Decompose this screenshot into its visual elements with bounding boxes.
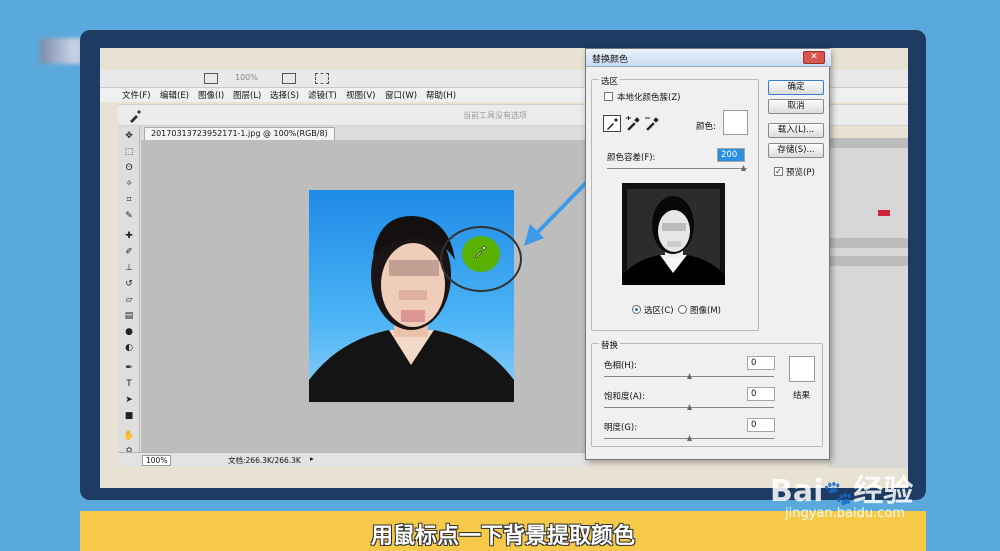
history-brush-icon[interactable]: ↺	[123, 278, 135, 290]
mask-preview-image	[622, 183, 725, 285]
load-button[interactable]: 载入(L)...	[768, 123, 824, 138]
lasso-icon[interactable]: ʘ	[123, 162, 135, 174]
localized-clusters-label: 本地化颜色簇(Z)	[617, 93, 681, 103]
menu-view[interactable]: 视图(V)	[346, 89, 375, 101]
watermark-brand-2: 经验	[853, 474, 914, 509]
preview-checkbox[interactable]: ✓	[774, 167, 783, 176]
hue-input[interactable]: 0	[747, 356, 775, 370]
watermark-brand: Bai	[770, 474, 824, 509]
screen-mode-icon[interactable]	[204, 73, 218, 84]
gradient-icon[interactable]: ▤	[123, 310, 135, 322]
eyedropper-plus-icon[interactable]	[625, 116, 641, 131]
selection-group-label: 选区	[599, 75, 621, 87]
portrait-image	[309, 215, 514, 402]
panel-header	[828, 138, 908, 148]
radio-image[interactable]	[678, 305, 687, 314]
fuzziness-slider[interactable]	[607, 168, 747, 169]
stamp-icon[interactable]: ⊥	[123, 262, 135, 274]
dialog-titlebar[interactable]: 替换颜色	[586, 49, 831, 67]
status-zoom[interactable]: 100%	[142, 455, 172, 466]
arrange-docs-icon[interactable]	[282, 73, 296, 84]
radio-selection-dot	[635, 308, 638, 311]
watermark-url: jingyan.baidu.com	[785, 506, 905, 521]
replace-group-label: 替换	[599, 339, 621, 351]
dodge-icon[interactable]: ◐	[123, 342, 135, 354]
menu-image[interactable]: 图像(I)	[198, 89, 224, 101]
fuzziness-input[interactable]: 200	[717, 148, 745, 162]
tools-panel: ✥ ⬚ ʘ ✧ ⌗ ✎ ✚ ✐ ⊥ ↺ ▱ ▤ ● ◐ ✒ T ➤ ■ ✋ ⚲	[118, 126, 140, 466]
save-button[interactable]: 存储(S)...	[768, 143, 824, 158]
radio-selection-label: 选区(C)	[644, 306, 674, 316]
cancel-button[interactable]: 取消	[768, 99, 824, 114]
zoom-level-top[interactable]: 100%	[235, 73, 258, 82]
document-tab[interactable]: 20170313723952171-1.jpg @ 100%(RGB/8)	[144, 127, 335, 140]
menu-select[interactable]: 选择(S)	[270, 89, 299, 101]
replace-color-dialog: 替换颜色 ✕ 选区 本地化颜色簇(Z) 颜色: 颜色容差(F): 200 选区(…	[585, 48, 831, 460]
menu-file[interactable]: 文件(F)	[122, 89, 151, 101]
color-label: 颜色:	[696, 122, 716, 132]
id-photo[interactable]	[309, 190, 514, 402]
panel-header-3	[828, 256, 908, 266]
eyedropper-cursor-icon	[474, 245, 487, 259]
result-color-swatch[interactable]	[789, 356, 815, 382]
status-bar: 100% 文档:266.3K/266.3K ▸	[118, 452, 588, 466]
lightness-input[interactable]: 0	[747, 418, 775, 432]
ok-button[interactable]: 确定	[768, 80, 824, 95]
fuzziness-label: 颜色容差(F):	[607, 153, 656, 163]
menu-layer[interactable]: 图层(L)	[233, 89, 261, 101]
eraser-icon[interactable]: ▱	[123, 294, 135, 306]
eyedropper-button[interactable]	[603, 115, 621, 132]
lightness-label: 明度(G):	[604, 423, 638, 433]
baidu-watermark: Bai🐾经验	[770, 466, 913, 510]
saturation-input[interactable]: 0	[747, 387, 775, 401]
eyedropper-tool-icon[interactable]	[128, 109, 142, 123]
menu-edit[interactable]: 编辑(E)	[160, 89, 189, 101]
menu-filter[interactable]: 滤镜(T)	[308, 89, 337, 101]
crop-icon[interactable]: ⌗	[123, 194, 135, 206]
eyedropper-icon	[607, 118, 618, 130]
move-icon[interactable]: ✥	[123, 130, 135, 142]
status-doc-size: 文档:266.3K/266.3K	[228, 456, 301, 465]
radio-image-label: 图像(M)	[690, 306, 721, 316]
pen-icon[interactable]: ✒	[123, 362, 135, 374]
eyedropper-icon[interactable]: ✎	[123, 210, 135, 222]
preview-label: 预览(P)	[786, 168, 815, 178]
eyedropper-minus-icon[interactable]	[644, 116, 660, 131]
blur-icon[interactable]: ●	[123, 326, 135, 338]
hand-icon[interactable]: ✋	[123, 430, 135, 442]
type-icon[interactable]: T	[123, 378, 135, 390]
panel-header-2	[828, 238, 908, 248]
color-bar	[878, 210, 890, 216]
shape-icon[interactable]: ■	[123, 410, 135, 422]
right-panels	[828, 138, 908, 468]
menu-window[interactable]: 窗口(W)	[385, 89, 417, 101]
localized-clusters-checkbox[interactable]	[604, 92, 613, 101]
selection-color-swatch[interactable]	[723, 110, 748, 135]
saturation-label: 饱和度(A):	[604, 392, 645, 402]
brush-icon[interactable]: ✐	[123, 246, 135, 258]
status-arrow-icon[interactable]: ▸	[310, 454, 314, 463]
caption-text: 用鼠标点一下背景提取颜色	[370, 524, 635, 549]
result-label: 结果	[793, 391, 811, 401]
dialog-title: 替换颜色	[592, 55, 629, 65]
close-icon[interactable]: ✕	[803, 51, 825, 64]
screen-view-icon[interactable]	[315, 73, 329, 84]
menu-help[interactable]: 帮助(H)	[426, 89, 456, 101]
marquee-icon[interactable]: ⬚	[123, 146, 135, 158]
magic-wand-icon[interactable]: ✧	[123, 178, 135, 190]
radio-selection[interactable]	[632, 305, 641, 314]
options-hint: 当前工具没有选项	[463, 111, 527, 120]
healing-icon[interactable]: ✚	[123, 230, 135, 242]
path-select-icon[interactable]: ➤	[123, 394, 135, 406]
selection-preview	[622, 183, 725, 285]
paw-icon: 🐾	[823, 479, 854, 507]
hue-label: 色相(H):	[604, 361, 637, 371]
